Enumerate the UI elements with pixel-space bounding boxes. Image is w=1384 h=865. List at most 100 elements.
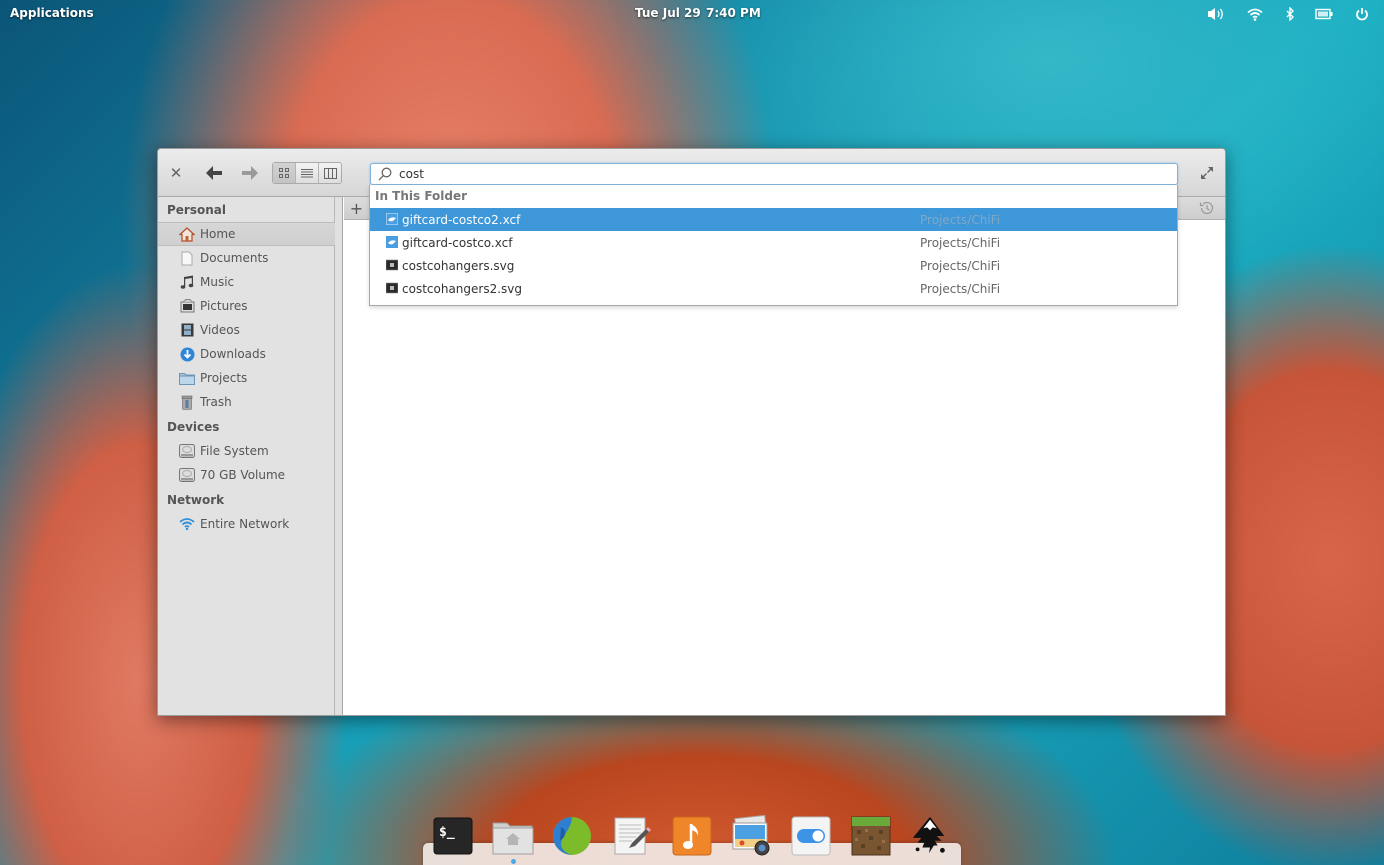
sidebar-item-projects[interactable]: Projects xyxy=(158,366,335,390)
result-path: Projects/ChiFi xyxy=(920,235,1001,250)
video-icon xyxy=(179,322,195,338)
forward-button[interactable] xyxy=(238,162,262,184)
dock-photos[interactable] xyxy=(730,815,772,857)
download-icon xyxy=(179,346,195,362)
document-icon xyxy=(179,250,195,266)
files-icon xyxy=(492,822,534,855)
dock-web-browser[interactable] xyxy=(551,815,593,857)
result-filename: giftcard-costco2.xcf xyxy=(402,212,521,227)
sidebar-item-pictures[interactable]: Pictures xyxy=(158,294,335,318)
result-filename: giftcard-costco.xcf xyxy=(402,235,513,250)
dock-inkscape[interactable] xyxy=(909,815,951,857)
sidebar-item-label: Videos xyxy=(200,323,240,337)
sidebar-item-label: Trash xyxy=(200,395,232,409)
sidebar-item-label: Projects xyxy=(200,371,248,385)
power-icon[interactable] xyxy=(1353,6,1371,22)
sidebar-heading-personal: Personal xyxy=(167,203,226,217)
grid-view-button[interactable] xyxy=(273,163,296,183)
drive-icon xyxy=(179,443,195,459)
result-filename: costcohangers.svg xyxy=(402,258,515,273)
music-app-icon xyxy=(672,816,712,856)
search-icon xyxy=(374,164,396,184)
volume-icon[interactable] xyxy=(1207,6,1225,22)
maximize-icon xyxy=(1201,167,1213,179)
running-indicator xyxy=(511,859,516,864)
search-results-popover: In This Folder giftcard-costco2.xcf Proj… xyxy=(369,185,1178,306)
results-section-heading: In This Folder xyxy=(375,189,468,203)
drive-icon xyxy=(179,467,195,483)
sidebar-item-label: Home xyxy=(200,227,236,241)
sidebar-item-label: Entire Network xyxy=(200,517,290,531)
search-field[interactable] xyxy=(370,163,1178,185)
dock-music[interactable] xyxy=(671,815,713,857)
sidebar-item-label: Downloads xyxy=(200,347,266,361)
back-button[interactable] xyxy=(202,162,226,184)
result-path: Projects/ChiFi xyxy=(920,212,1001,227)
list-icon xyxy=(301,169,313,178)
view-mode-switcher xyxy=(272,162,342,184)
result-path: Projects/ChiFi xyxy=(920,281,1001,296)
search-input[interactable] xyxy=(396,165,1177,183)
bluetooth-icon[interactable] xyxy=(1281,6,1299,22)
result-filename: costcohangers2.svg xyxy=(402,281,523,296)
sidebar-item-music[interactable]: Music xyxy=(158,270,335,294)
minecraft-icon xyxy=(851,816,891,856)
xcf-file-icon xyxy=(386,236,398,248)
search-result-item[interactable]: costcohangers2.svg Projects/ChiFi xyxy=(370,277,1177,300)
column-view-button[interactable] xyxy=(319,163,341,183)
search-result-item[interactable]: giftcard-costco2.xcf Projects/ChiFi xyxy=(370,208,1177,231)
search-result-item[interactable]: costcohangers.svg Projects/ChiFi xyxy=(370,254,1177,277)
dock-files[interactable] xyxy=(492,815,534,857)
applications-menu[interactable]: Applications xyxy=(10,6,94,20)
wifi-icon[interactable] xyxy=(1246,6,1264,22)
battery-icon[interactable] xyxy=(1315,6,1333,22)
result-path: Projects/ChiFi xyxy=(920,258,1001,273)
sidebar-item-documents[interactable]: Documents xyxy=(158,246,335,270)
dock-settings[interactable] xyxy=(790,815,832,857)
close-icon[interactable]: ✕ xyxy=(166,163,186,183)
home-icon xyxy=(179,226,195,242)
text-editor-icon xyxy=(614,817,651,855)
history-icon[interactable] xyxy=(1199,200,1215,216)
dock-minecraft[interactable] xyxy=(850,815,892,857)
panel-date[interactable]: Tue Jul 29 xyxy=(635,6,701,20)
sidebar-item-entire-network[interactable]: Entire Network xyxy=(158,512,335,536)
top-panel: Applications Tue Jul 29 7:40 PM xyxy=(0,0,1384,28)
arrow-right-icon xyxy=(242,166,258,180)
dock-text-editor[interactable] xyxy=(611,815,653,857)
sidebar-item-label: Documents xyxy=(200,251,269,265)
photos-icon xyxy=(732,815,770,856)
panel-time[interactable]: 7:40 PM xyxy=(706,6,761,20)
inkscape-icon xyxy=(912,816,945,854)
sidebar: Personal Home Documents Music Pictures V… xyxy=(158,197,335,715)
folder-icon xyxy=(179,370,195,386)
svg-file-icon xyxy=(386,282,398,294)
pictures-icon xyxy=(179,298,195,314)
sidebar-item-label: Pictures xyxy=(200,299,248,313)
maximize-button[interactable] xyxy=(1198,164,1216,182)
sidebar-heading-devices: Devices xyxy=(167,420,220,434)
sidebar-item-videos[interactable]: Videos xyxy=(158,318,335,342)
sidebar-item-downloads[interactable]: Downloads xyxy=(158,342,335,366)
search-result-item[interactable]: giftcard-costco.xcf Projects/ChiFi xyxy=(370,231,1177,254)
sidebar-item-70gb-volume[interactable]: 70 GB Volume xyxy=(158,463,335,487)
network-icon xyxy=(179,516,195,532)
dock-terminal[interactable]: $_ xyxy=(432,815,474,857)
sidebar-heading-network: Network xyxy=(167,493,225,507)
columns-icon xyxy=(323,167,337,179)
settings-toggle-icon xyxy=(791,816,831,856)
sidebar-item-trash[interactable]: Trash xyxy=(158,390,335,414)
new-tab-button[interactable]: + xyxy=(344,197,370,220)
arrow-left-icon xyxy=(206,166,222,180)
list-view-button[interactable] xyxy=(296,163,319,183)
trash-icon xyxy=(179,394,195,410)
sidebar-item-label: 70 GB Volume xyxy=(200,468,286,482)
music-icon xyxy=(179,274,195,290)
sidebar-pane-divider[interactable] xyxy=(335,197,343,715)
xcf-file-icon xyxy=(386,213,398,225)
sidebar-item-home[interactable]: Home xyxy=(158,222,335,246)
grid-icon xyxy=(279,168,289,178)
sidebar-item-file-system[interactable]: File System xyxy=(158,439,335,463)
browser-icon xyxy=(553,817,591,855)
terminal-icon: $_ xyxy=(433,817,473,855)
